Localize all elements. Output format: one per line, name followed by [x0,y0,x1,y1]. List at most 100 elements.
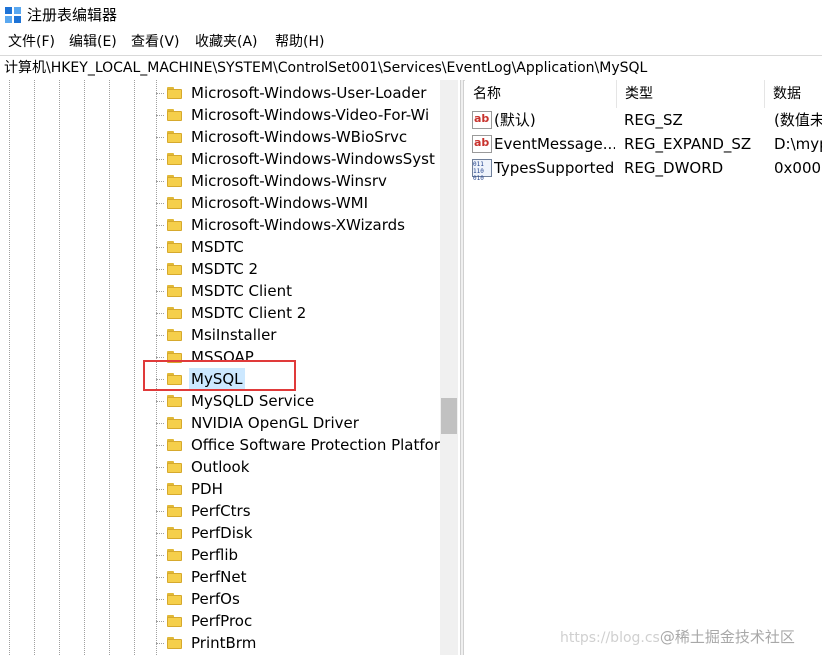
tree-branch-line [156,115,164,116]
tree-branch-line [156,621,164,622]
scrollbar-thumb[interactable] [441,398,457,434]
folder-icon [167,417,182,429]
tree-branch-line [156,137,164,138]
tree-item-label: PrintBrm [191,634,257,652]
tree-branch-line [156,335,164,336]
tree-guide-line [9,80,10,655]
value-type: REG_EXPAND_SZ [624,135,752,153]
tree-item[interactable]: Perflib [156,544,445,566]
tree-item[interactable]: MySQLD Service [156,390,445,412]
tree-item[interactable]: PerfCtrs [156,500,445,522]
tree-branch-line [156,511,164,512]
tree-item[interactable]: PerfOs [156,588,445,610]
tree-guide-line [109,80,110,655]
binary-value-icon: 011 110 010 [472,159,492,182]
folder-icon [167,131,182,143]
tree-branch-line [156,401,164,402]
tree-item[interactable]: Microsoft-Windows-Winsrv [156,170,445,192]
tree-item-label: MSDTC Client 2 [191,304,307,322]
tree-branch-line [156,445,164,446]
folder-icon [167,197,182,209]
folder-icon [167,285,182,297]
tree-item-label: Microsoft-Windows-WMI [191,194,369,212]
window-title: 注册表编辑器 [27,6,118,24]
tree-item[interactable]: PerfNet [156,566,445,588]
folder-icon [167,527,182,539]
menu-help[interactable]: 帮助(H) [273,32,326,52]
menu-bar: 文件(F) 编辑(E) 查看(V) 收藏夹(A) 帮助(H) [0,30,822,54]
menu-edit[interactable]: 编辑(E) [67,32,119,52]
tree-item[interactable]: Microsoft-Windows-User-Loader [156,82,445,104]
tree-branch-line [156,93,164,94]
tree-item[interactable]: MsiInstaller [156,324,445,346]
folder-icon [167,219,182,231]
tree-item-label: PerfProc [191,612,253,630]
tree-branch-line [156,489,164,490]
tree-item[interactable]: Microsoft-Windows-XWizards [156,214,445,236]
tree-item-label: MSDTC 2 [191,260,259,278]
tree-branch-line [156,533,164,534]
folder-icon [167,241,182,253]
tree-item[interactable]: PrintBrm [156,632,445,654]
tree-branch-line [156,225,164,226]
tree-item[interactable]: NVIDIA OpenGL Driver [156,412,445,434]
tree-item[interactable]: MSDTC Client 2 [156,302,445,324]
values-list[interactable]: 名称 类型 数据 ab (默认) REG_SZ (数值未 ab EventMessage.… [465,80,822,655]
menu-view[interactable]: 查看(V) [129,32,182,52]
tree-item[interactable]: Microsoft-Windows-Video-For-Wi [156,104,445,126]
folder-icon [167,263,182,275]
title-bar: 注册表编辑器 [0,0,822,30]
string-value-icon: ab [472,135,492,153]
tree-branch-line [156,357,164,358]
watermark: https://blog.cs@稀土掘金技术社区 [560,626,795,647]
tree-item[interactable]: PDH [156,478,445,500]
tree-branch-line [156,313,164,314]
tree-branch-line [156,203,164,204]
column-header-name[interactable]: 名称 [465,80,617,108]
column-header-data[interactable]: 数据 [765,80,822,108]
tree-item-label: PerfOs [191,590,240,608]
value-data: (数值未 [774,111,822,129]
tree-item[interactable]: Microsoft-Windows-WindowsSyst [156,148,445,170]
tree-item[interactable]: PerfDisk [156,522,445,544]
tree-scrollbar[interactable] [440,80,458,655]
value-data: D:\myp [774,135,822,153]
pane-splitter[interactable] [460,80,464,655]
value-row[interactable]: 011 110 010TypesSupported REG_DWORD 0x0000 [465,156,822,182]
tree-branch-line [156,599,164,600]
tree-guide-line [59,80,60,655]
tree-item-label: Microsoft-Windows-WBioSrvc [191,128,408,146]
folder-icon [167,329,182,341]
folder-icon [167,615,182,627]
tree-branch-line [156,181,164,182]
annotation-highlight-box [143,360,296,391]
tree-item[interactable]: Outlook [156,456,445,478]
menu-file[interactable]: 文件(F) [6,32,57,52]
tree-item[interactable]: MSDTC [156,236,445,258]
column-header-type[interactable]: 类型 [617,80,765,108]
string-value-icon: ab [472,111,492,129]
folder-icon [167,175,182,187]
tree-branch-line [156,555,164,556]
value-row[interactable]: abEventMessage... REG_EXPAND_SZ D:\myp [465,132,822,156]
folder-icon [167,439,182,451]
menu-favorites[interactable]: 收藏夹(A) [193,32,260,52]
tree-item[interactable]: Microsoft-Windows-WBioSrvc [156,126,445,148]
tree-item[interactable]: MSDTC Client [156,280,445,302]
folder-icon [167,593,182,605]
tree-branch-line [156,423,164,424]
tree-item[interactable]: Office Software Protection Platform [156,434,454,456]
tree-guide-line [84,80,85,655]
tree-item-label: Perflib [191,546,239,564]
address-bar[interactable]: 计算机\HKEY_LOCAL_MACHINE\SYSTEM\ControlSet… [0,55,822,81]
tree-branch-line [156,577,164,578]
address-path[interactable]: 计算机\HKEY_LOCAL_MACHINE\SYSTEM\ControlSet… [4,58,647,78]
tree-item[interactable]: MSDTC 2 [156,258,445,280]
folder-icon [167,153,182,165]
tree-branch-line [156,643,164,644]
value-row[interactable]: ab (默认) REG_SZ (数值未 [465,108,822,132]
tree-item[interactable]: Microsoft-Windows-WMI [156,192,445,214]
folder-icon [167,109,182,121]
tree-item[interactable]: PerfProc [156,610,445,632]
tree-item-label: PerfCtrs [191,502,251,520]
